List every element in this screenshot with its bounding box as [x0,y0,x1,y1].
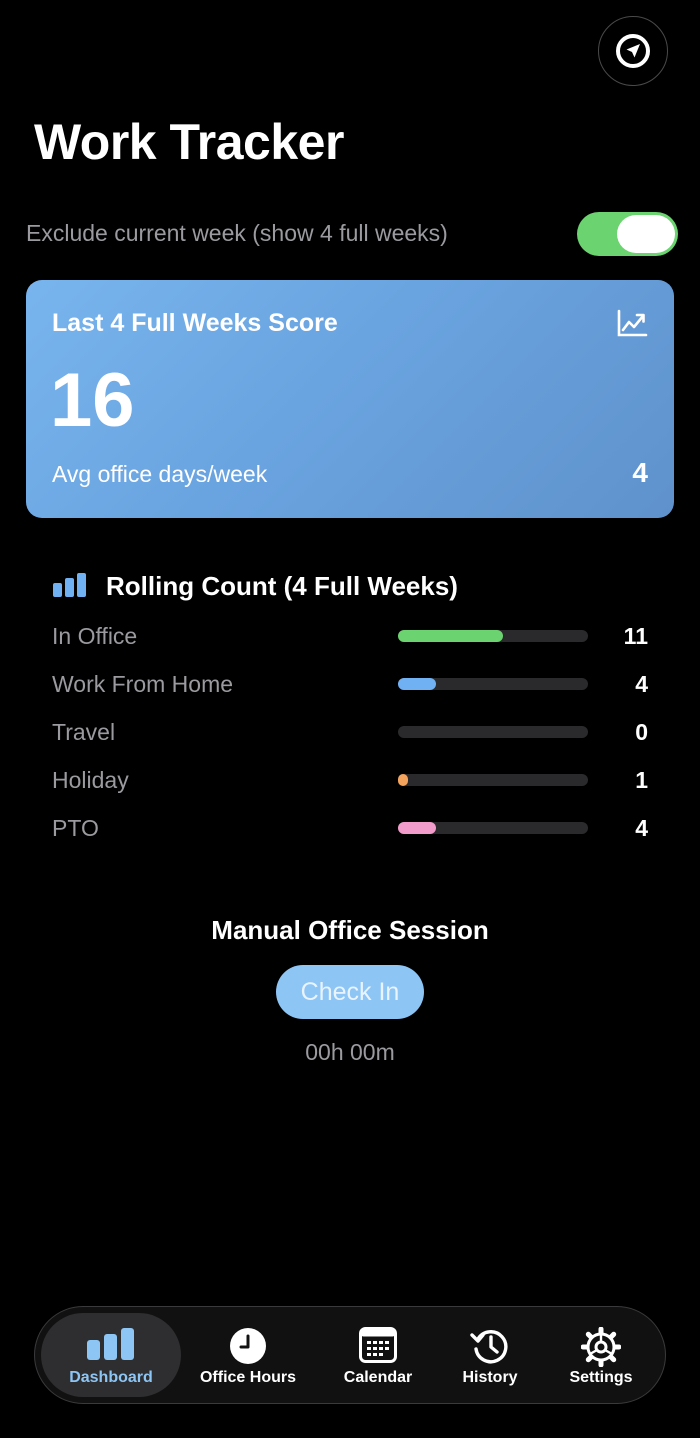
trend-chart-icon [617,309,648,337]
tab-label: Settings [569,1369,633,1386]
rolling-row-label: PTO [52,815,99,841]
page-title: Work Tracker [34,114,344,170]
manual-session-title: Manual Office Session [211,915,489,945]
check-in-button[interactable]: Check In [276,965,424,1019]
rolling-row-label: Travel [52,719,116,745]
exclude-week-toggle[interactable] [577,212,678,256]
avg-office-days-label: Avg office days/week [52,461,268,487]
score-card: Last 4 Full Weeks Score 16 Avg office da… [26,280,674,518]
score-value: 16 [50,358,135,443]
progress-track [398,630,588,642]
progress-track [398,822,588,834]
rolling-row: Work From Home 4 [52,670,648,718]
session-timer: 00h 00m [305,1039,395,1065]
avg-office-days-value: 4 [632,457,648,488]
toggle-knob [617,215,675,253]
progress-track [398,726,588,738]
tab-calendar[interactable]: Calendar [325,1313,431,1397]
progress-fill [398,774,408,786]
tab-label: History [462,1369,518,1386]
score-card-title: Last 4 Full Weeks Score [52,309,338,337]
rolling-row-value: 1 [635,767,648,793]
manual-session-section: Manual Office Session Check In 00h 00m [0,914,700,1065]
exclude-week-row: Exclude current week (show 4 full weeks) [26,212,678,256]
rolling-row-value: 0 [635,719,648,745]
tab-label: Office Hours [199,1369,296,1386]
bar-chart-icon [53,573,86,597]
rolling-row: Holiday 1 [52,766,648,814]
bar-chart-icon [87,1328,134,1360]
tab-history[interactable]: History [441,1313,539,1397]
rolling-row-label: Work From Home [52,671,234,697]
tab-label: Dashboard [69,1369,153,1386]
rolling-row-value: 11 [623,623,648,649]
rolling-row-value: 4 [635,815,648,841]
rolling-row: Travel 0 [52,718,648,766]
location-button[interactable] [598,16,668,86]
history-icon [470,1330,508,1364]
rolling-row-value: 4 [635,671,648,697]
progress-fill [398,822,436,834]
tab-dashboard[interactable]: Dashboard [41,1313,181,1397]
gear-icon [581,1327,621,1367]
tab-bar: Dashboard Office Hours Calendar History [34,1306,666,1404]
tab-office-hours[interactable]: Office Hours [185,1313,311,1397]
progress-fill [398,630,503,642]
rolling-row: In Office 11 [52,622,648,670]
exclude-week-label: Exclude current week (show 4 full weeks) [26,220,448,246]
rolling-row-label: In Office [52,623,138,649]
progress-track [398,678,588,690]
rolling-row-label: Holiday [52,767,129,793]
clock-icon [230,1328,266,1364]
progress-track [398,774,588,786]
rolling-row: PTO 4 [52,814,648,862]
tab-label: Calendar [343,1369,413,1386]
progress-fill [398,678,436,690]
location-arrow-icon [616,34,650,68]
rolling-count-section: Rolling Count (4 Full Weeks) In Office 11… [52,568,648,862]
rolling-count-title: Rolling Count (4 Full Weeks) [106,571,458,601]
tab-settings[interactable]: Settings [551,1313,651,1397]
calendar-icon [359,1327,397,1363]
